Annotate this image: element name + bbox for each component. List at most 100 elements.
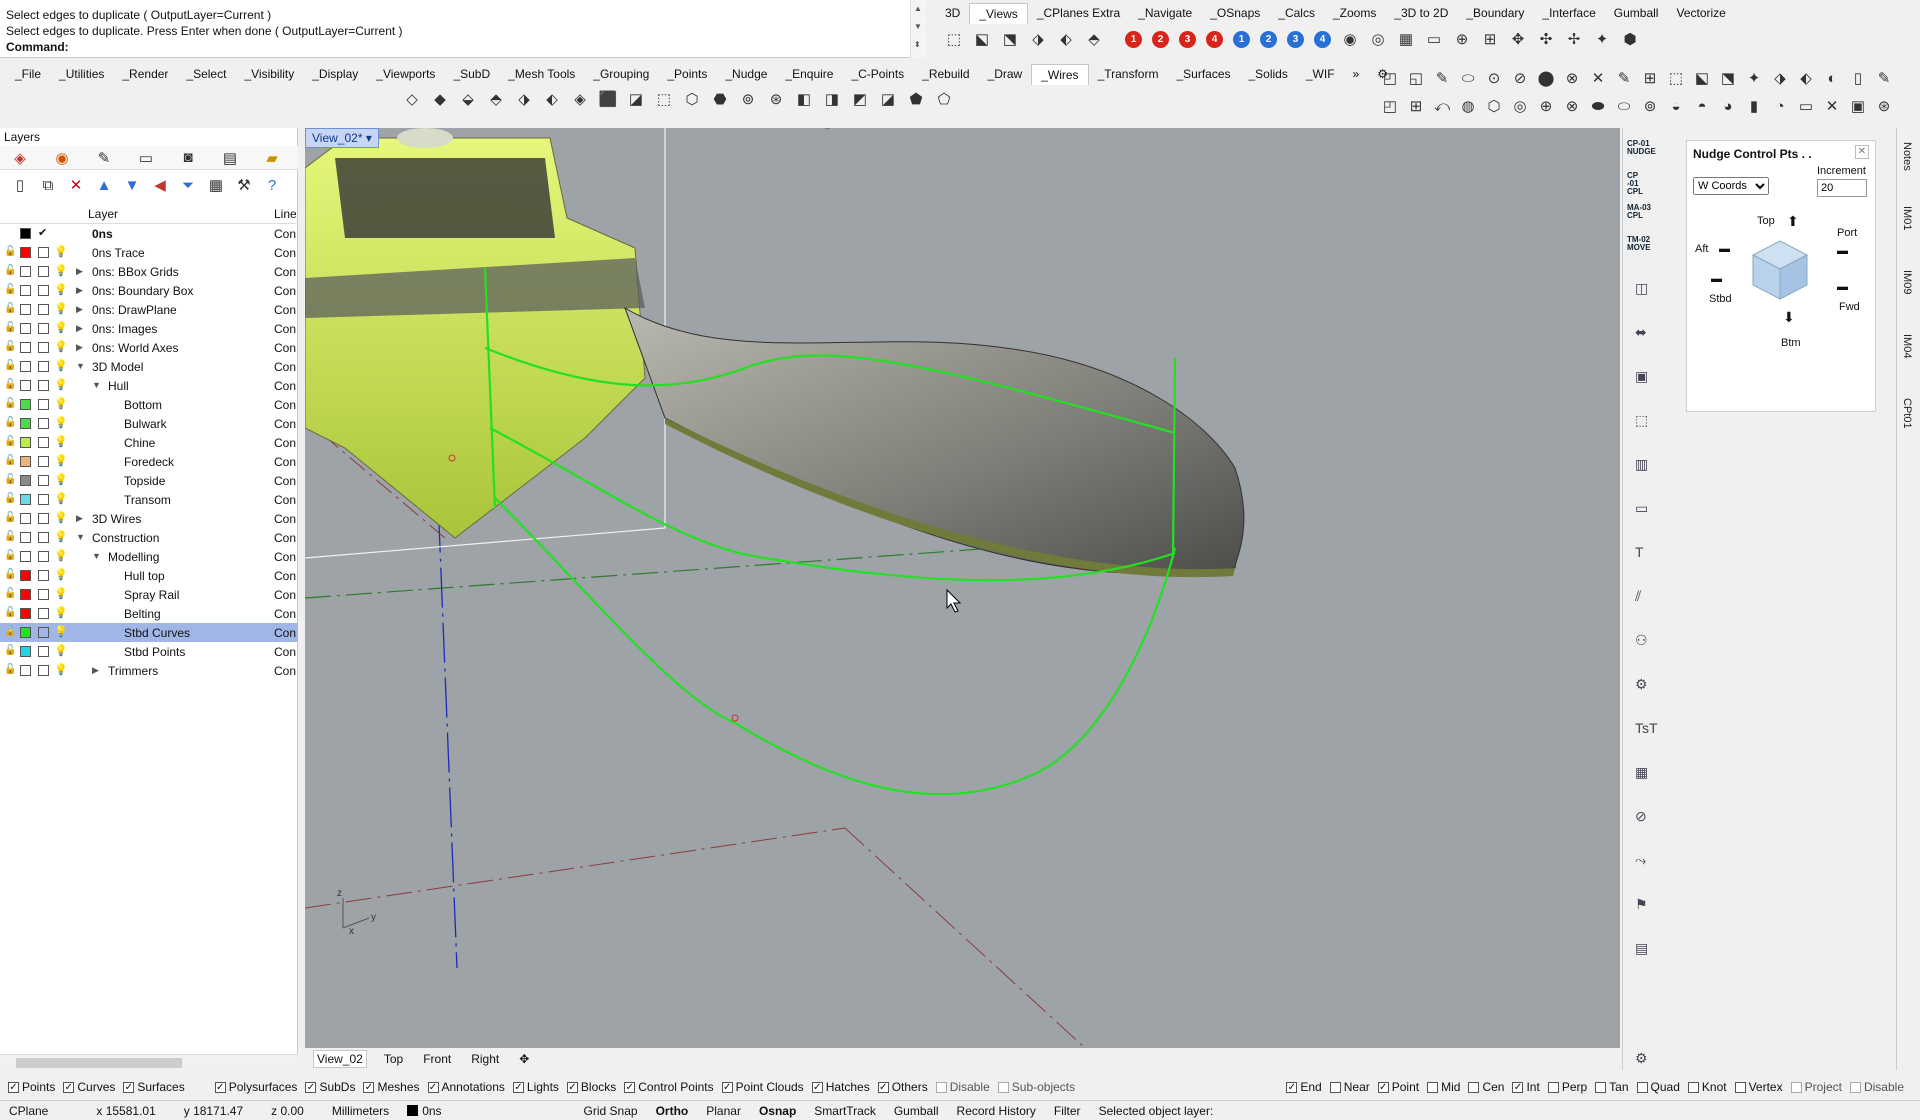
more-tabs-icon[interactable]: » [1344, 64, 1369, 84]
strip-tool-icon[interactable]: ⚑ [1635, 896, 1648, 913]
nudge-stbd-icon[interactable]: ▬ [1711, 273, 1722, 285]
current-layer[interactable]: 0ns [398, 1104, 450, 1118]
lock-icon[interactable]: 🔓 [4, 455, 16, 466]
transform-tool-icon[interactable]: ⊙ [1482, 66, 1506, 90]
layer-tools-icon[interactable]: ▦ [204, 173, 228, 197]
scroll-down-icon[interactable]: ▼ [914, 22, 922, 31]
lightbulb-icon[interactable]: 💡 [54, 264, 68, 277]
wire-tool-icon[interactable]: ⬡ [680, 87, 704, 111]
strip-tool-icon[interactable]: ⬌ [1635, 324, 1647, 341]
toolbar-tab[interactable]: _Transform [1089, 64, 1168, 84]
checkbox-box[interactable] [1329, 1081, 1341, 1093]
layer-linetype[interactable]: Con [274, 493, 296, 507]
arrow-up-icon[interactable]: ⬆ [1787, 213, 1799, 230]
chevron-right-icon[interactable]: ▶ [76, 285, 83, 296]
filter-icon[interactable]: ⏷ [176, 173, 200, 197]
close-icon[interactable]: ✕ [1855, 145, 1869, 159]
osnap-toggle[interactable]: Osnap [750, 1104, 805, 1118]
layer-color-swatch[interactable] [20, 532, 31, 543]
visibility-checkbox[interactable] [38, 285, 49, 296]
layer-linetype[interactable]: Con [274, 227, 296, 241]
new-layer-icon[interactable]: ▯ [8, 173, 32, 197]
checkbox-box[interactable] [1427, 1081, 1439, 1093]
checkbox-box[interactable] [1547, 1081, 1559, 1093]
toolbar-tab[interactable]: _Calcs [1269, 3, 1324, 23]
viewport-number-icon[interactable]: 3 [1287, 30, 1304, 48]
lock-icon[interactable]: 🔓 [4, 341, 16, 352]
strip-tool-icon[interactable]: ⚇ [1635, 632, 1648, 649]
viewport-number-icon[interactable]: 2 [1260, 30, 1277, 48]
arrow-down-icon[interactable]: ⬇ [1783, 309, 1795, 326]
coords-select[interactable]: W Coords [1693, 177, 1769, 195]
layers-horizontal-scrollbar[interactable] [0, 1054, 298, 1070]
help-icon[interactable]: ? [260, 173, 284, 197]
layer-color-swatch[interactable] [20, 361, 31, 372]
gear-icon[interactable]: ⚙ [1635, 1050, 1648, 1067]
layer-color-swatch[interactable] [20, 475, 31, 486]
viewport-tab[interactable]: Top [381, 1051, 406, 1067]
view-tool-icon[interactable]: ⬕ [970, 27, 994, 51]
transform-tool-icon[interactable]: ▯ [1846, 66, 1870, 90]
visibility-checkbox[interactable] [38, 570, 49, 581]
toolbar-tab[interactable]: _Zooms [1324, 3, 1385, 23]
transform-tool-icon[interactable]: ⬗ [1768, 66, 1792, 90]
checkbox-box[interactable]: ✓ [427, 1081, 439, 1093]
layer-color-swatch[interactable] [20, 247, 31, 258]
wire-tool-icon[interactable]: ⬘ [484, 87, 508, 111]
toolbar-tab[interactable]: _OSnaps [1201, 3, 1269, 23]
layer-linetype[interactable]: Con [274, 398, 296, 412]
toolbar-tab[interactable]: _Views [969, 2, 1028, 24]
transform-tool-icon[interactable]: ⬬ [1586, 94, 1610, 118]
transform-tool-icon[interactable]: ▭ [1794, 94, 1818, 118]
visibility-checkbox[interactable] [38, 475, 49, 486]
viewport-canvas[interactable]: z y x View_02* ▾ [305, 128, 1620, 1048]
layer-linetype[interactable]: Con [274, 569, 296, 583]
osnap-checkbox[interactable]: Perp [1547, 1080, 1587, 1094]
wire-tool-icon[interactable]: ◪ [876, 87, 900, 111]
lock-icon[interactable]: 🔓 [4, 360, 16, 371]
lightbulb-icon[interactable]: 💡 [54, 359, 68, 372]
filter-checkbox[interactable]: ✓ Control Points [624, 1080, 714, 1094]
transform-tool-icon[interactable]: ⬭ [1612, 94, 1636, 118]
layer-color-swatch[interactable] [20, 646, 31, 657]
toolbar-tab[interactable]: _WIF [1297, 64, 1344, 84]
layer-row[interactable]: 🔓 💡 ▶ 0ns: DrawPlane Con [0, 300, 298, 319]
wire-tool-icon[interactable]: ◪ [624, 87, 648, 111]
viewport-tab[interactable]: Right [468, 1051, 502, 1067]
transform-tool-icon[interactable]: ◎ [1508, 94, 1532, 118]
smarttrack-toggle[interactable]: SmartTrack [805, 1104, 885, 1118]
filter-checkbox[interactable]: ✓ Meshes [363, 1080, 420, 1094]
checkbox-box[interactable]: ✓ [512, 1081, 524, 1093]
layer-linetype[interactable]: Con [274, 341, 296, 355]
lightbulb-icon[interactable]: 💡 [54, 245, 68, 258]
checkbox-box[interactable] [1468, 1081, 1480, 1093]
layer-settings-icon[interactable]: ⚒ [232, 173, 256, 197]
lightbulb-icon[interactable]: 💡 [54, 606, 68, 619]
osnap-checkbox[interactable]: ✓ Point [1377, 1080, 1419, 1094]
layer-row[interactable]: 🔓 💡 ▼ 3D Model Con [0, 357, 298, 376]
visibility-checkbox[interactable] [38, 304, 49, 315]
layer-color-swatch[interactable] [20, 399, 31, 410]
chevron-down-icon[interactable]: ▼ [92, 380, 101, 390]
toolbar-tab[interactable]: _Rebuild [913, 64, 978, 84]
transform-tool-icon[interactable]: ⊘ [1508, 66, 1532, 90]
lock-icon[interactable]: 🔓 [4, 417, 16, 428]
strip-tool-icon[interactable]: T [1635, 544, 1644, 560]
transform-tool-icon[interactable]: ⬡ [1482, 94, 1506, 118]
lightbulb-icon[interactable]: 💡 [54, 378, 68, 391]
layer-row[interactable]: 🔓 💡 ▼ Hull Con [0, 376, 298, 395]
transform-tool-icon[interactable]: ◰ [1378, 94, 1402, 118]
lock-icon[interactable]: 🔓 [4, 569, 16, 580]
layer-linetype[interactable]: Con [274, 303, 296, 317]
viewport-title-tab[interactable]: View_02* ▾ [305, 128, 379, 148]
filter-checkbox[interactable]: ✓ Others [877, 1080, 928, 1094]
units-label[interactable]: Millimeters [323, 1104, 398, 1118]
visibility-checkbox[interactable] [38, 665, 49, 676]
filter-checkbox[interactable]: ✓ Blocks [566, 1080, 616, 1094]
toolbar-tab[interactable]: _CPlanes Extra [1028, 3, 1129, 23]
layer-linetype[interactable]: Con [274, 550, 296, 564]
chevron-down-icon[interactable]: ▾ [366, 131, 372, 145]
checkbox-box[interactable]: ✓ [566, 1081, 578, 1093]
view-tool-icon[interactable]: ⬖ [1054, 27, 1078, 51]
lightbulb-icon[interactable]: 💡 [54, 283, 68, 296]
